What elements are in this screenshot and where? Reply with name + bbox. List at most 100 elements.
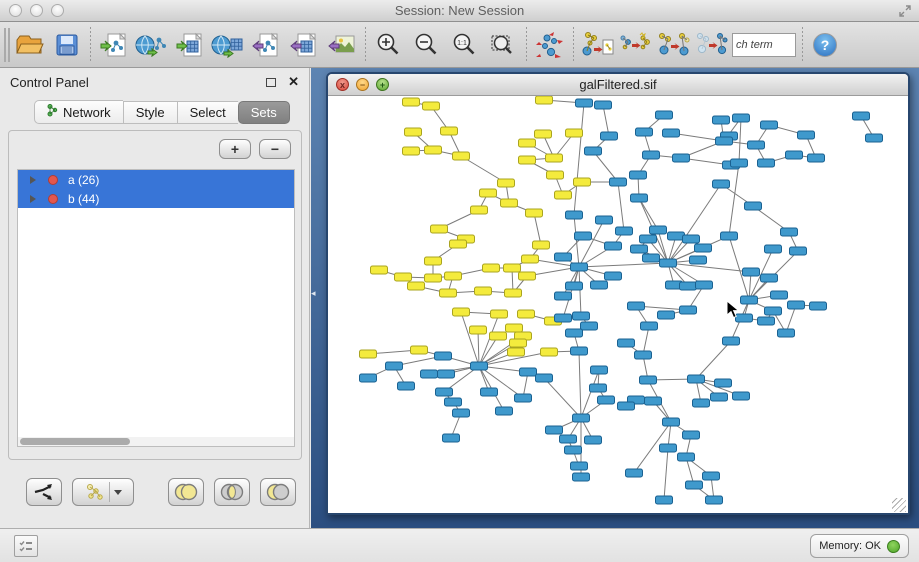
network-node-selected[interactable] bbox=[403, 98, 420, 106]
network-node-selected[interactable] bbox=[506, 324, 523, 332]
network-node-selected[interactable] bbox=[518, 310, 535, 318]
open-session-button[interactable] bbox=[10, 26, 48, 64]
network-node[interactable] bbox=[573, 414, 590, 422]
network-node[interactable] bbox=[693, 399, 710, 407]
search-input[interactable] bbox=[732, 33, 796, 57]
network-node-selected[interactable] bbox=[403, 147, 420, 155]
network-node[interactable] bbox=[628, 302, 645, 310]
network-node-selected[interactable] bbox=[574, 178, 591, 186]
network-node[interactable] bbox=[810, 302, 827, 310]
remove-set-button[interactable]: − bbox=[259, 139, 291, 159]
network-node[interactable] bbox=[643, 151, 660, 159]
network-node[interactable] bbox=[585, 436, 602, 444]
network-node[interactable] bbox=[663, 129, 680, 137]
network-node-selected[interactable] bbox=[423, 102, 440, 110]
network-node-selected[interactable] bbox=[440, 289, 457, 297]
network-node[interactable] bbox=[658, 311, 675, 319]
network-node[interactable] bbox=[853, 112, 870, 120]
network-node[interactable] bbox=[565, 446, 582, 454]
network-frame[interactable]: x − + galFiltered.sif bbox=[326, 72, 910, 515]
disclosure-triangle-icon[interactable] bbox=[30, 195, 36, 203]
network-node[interactable] bbox=[631, 194, 648, 202]
network-node-selected[interactable] bbox=[425, 274, 442, 282]
network-node[interactable] bbox=[808, 154, 825, 162]
network-node-selected[interactable] bbox=[408, 282, 425, 290]
zoom-fit-button[interactable] bbox=[484, 26, 522, 64]
network-node-selected[interactable] bbox=[425, 257, 442, 265]
frame-resize-grip[interactable] bbox=[892, 498, 906, 512]
network-node[interactable] bbox=[566, 211, 583, 219]
export-network-button[interactable] bbox=[247, 26, 285, 64]
network-node-selected[interactable] bbox=[425, 146, 442, 154]
network-node-selected[interactable] bbox=[498, 179, 515, 187]
network-node[interactable] bbox=[471, 362, 488, 370]
zoom-out-button[interactable] bbox=[408, 26, 446, 64]
network-node[interactable] bbox=[576, 99, 593, 107]
network-node[interactable] bbox=[690, 256, 707, 264]
network-node[interactable] bbox=[421, 370, 438, 378]
network-highlight-button[interactable] bbox=[654, 26, 692, 64]
network-node[interactable] bbox=[453, 409, 470, 417]
network-node[interactable] bbox=[573, 312, 590, 320]
network-node[interactable] bbox=[571, 347, 588, 355]
network-node[interactable] bbox=[673, 154, 690, 162]
network-node[interactable] bbox=[680, 282, 697, 290]
network-fade-button[interactable] bbox=[692, 26, 730, 64]
network-node[interactable] bbox=[660, 444, 677, 452]
network-node[interactable] bbox=[715, 379, 732, 387]
network-node[interactable] bbox=[360, 374, 377, 382]
network-node[interactable] bbox=[618, 339, 635, 347]
network-node[interactable] bbox=[536, 374, 553, 382]
network-node-selected[interactable] bbox=[480, 189, 497, 197]
network-node-selected[interactable] bbox=[360, 350, 377, 358]
network-node-selected[interactable] bbox=[471, 206, 488, 214]
split-set-button[interactable] bbox=[26, 478, 62, 506]
apply-layout-button[interactable] bbox=[531, 26, 569, 64]
network-node-selected[interactable] bbox=[371, 266, 388, 274]
network-node[interactable] bbox=[591, 366, 608, 374]
network-node[interactable] bbox=[515, 394, 532, 402]
network-node-selected[interactable] bbox=[441, 127, 458, 135]
network-node[interactable] bbox=[798, 131, 815, 139]
frame-maximize-button[interactable]: + bbox=[376, 78, 389, 91]
network-node-selected[interactable] bbox=[405, 128, 422, 136]
network-node[interactable] bbox=[721, 232, 738, 240]
tab-sets[interactable]: Sets bbox=[238, 101, 290, 124]
network-node-selected[interactable] bbox=[490, 332, 507, 340]
network-node[interactable] bbox=[695, 244, 712, 252]
network-node[interactable] bbox=[575, 232, 592, 240]
network-node[interactable] bbox=[601, 132, 618, 140]
network-node-selected[interactable] bbox=[450, 240, 467, 248]
network-node[interactable] bbox=[566, 329, 583, 337]
network-node[interactable] bbox=[656, 111, 673, 119]
network-node[interactable] bbox=[636, 128, 653, 136]
network-node-selected[interactable] bbox=[566, 129, 583, 137]
network-node-selected[interactable] bbox=[504, 264, 521, 272]
network-node[interactable] bbox=[610, 178, 627, 186]
network-node[interactable] bbox=[650, 226, 667, 234]
memory-status-button[interactable]: Memory: OK bbox=[810, 534, 909, 558]
network-node[interactable] bbox=[596, 216, 613, 224]
close-panel-icon[interactable]: ✕ bbox=[288, 74, 299, 90]
network-node[interactable] bbox=[445, 398, 462, 406]
network-node[interactable] bbox=[555, 314, 572, 322]
network-node[interactable] bbox=[520, 368, 537, 376]
network-node-selected[interactable] bbox=[535, 130, 552, 138]
network-node[interactable] bbox=[788, 301, 805, 309]
network-node[interactable] bbox=[443, 434, 460, 442]
network-node[interactable] bbox=[581, 322, 598, 330]
network-node[interactable] bbox=[713, 116, 730, 124]
network-node-selected[interactable] bbox=[536, 96, 553, 104]
network-node[interactable] bbox=[781, 228, 798, 236]
network-node[interactable] bbox=[778, 329, 795, 337]
task-history-button[interactable] bbox=[14, 535, 38, 557]
fullscreen-icon[interactable] bbox=[899, 5, 911, 17]
network-node-selected[interactable] bbox=[541, 348, 558, 356]
extract-set-dropdown-button[interactable] bbox=[72, 478, 134, 506]
network-node[interactable] bbox=[438, 370, 455, 378]
network-node[interactable] bbox=[566, 282, 583, 290]
network-node[interactable] bbox=[641, 322, 658, 330]
network-node[interactable] bbox=[591, 281, 608, 289]
network-node[interactable] bbox=[723, 337, 740, 345]
frame-minimize-button[interactable]: − bbox=[356, 78, 369, 91]
